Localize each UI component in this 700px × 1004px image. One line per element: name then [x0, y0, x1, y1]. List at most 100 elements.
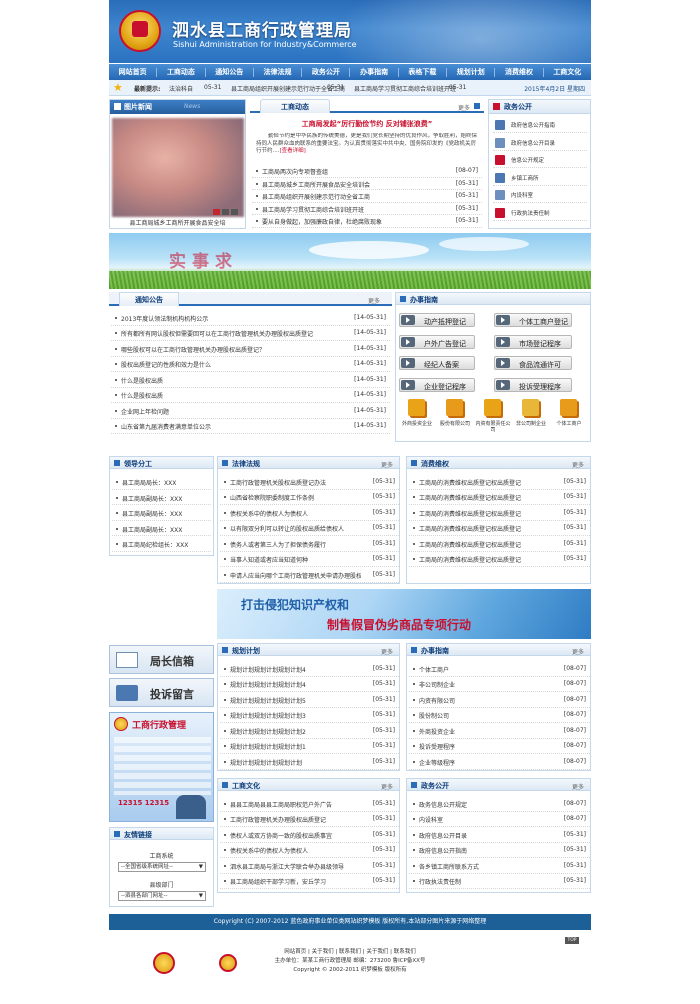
- leader-name[interactable]: 县工商局副局长：XXX: [122, 494, 182, 503]
- affairs-label[interactable]: 政府信息公开指南: [511, 121, 555, 129]
- item-title[interactable]: 什么是股权出质: [121, 376, 163, 385]
- list-item[interactable]: 县工商局学习贯彻工商综合培训班开班 [05-31]: [252, 203, 482, 215]
- item-title[interactable]: 投诉受理程序: [419, 742, 455, 751]
- item-title[interactable]: 县县工商局县县工商局职权范户外广告: [230, 800, 332, 809]
- affairs2-more-link[interactable]: 更多: [572, 782, 584, 791]
- list-item[interactable]: 哪些股权可以在工商行政管理机关办理股权出质登记？ [14-05-31]: [111, 341, 390, 357]
- affairs-item[interactable]: 乡镇工商所: [493, 171, 587, 186]
- item-title[interactable]: 股权出质登记的性质和效力是什么: [121, 360, 211, 369]
- item-title[interactable]: 政务信息公开规定: [419, 800, 467, 809]
- complaint-button[interactable]: 投诉留言: [109, 678, 214, 707]
- leader-item[interactable]: 县工商局副局长：XXX: [112, 505, 211, 521]
- list-item[interactable]: 工商局的消费维权出质登记权出质登记 [05-31]: [409, 474, 590, 490]
- law-more-link[interactable]: 更多: [381, 460, 393, 469]
- leader-name[interactable]: 县工商局副局长：XXX: [122, 509, 182, 518]
- list-item[interactable]: 外商投资企业 [08-07]: [409, 723, 590, 739]
- item-title[interactable]: 申请人应当向哪个工商行政管理机关申请办理股权: [230, 571, 361, 580]
- list-item[interactable]: 规划计划规划计划规划计划4 [05-31]: [220, 677, 399, 692]
- list-item[interactable]: 所有都所有网认股权但需要回可以在工商行政管理机关办理股权出质登记 [14-05-3…: [111, 326, 390, 341]
- leader-item[interactable]: 县工商局局长：XXX: [112, 474, 211, 490]
- guide-icon-item[interactable]: 个体工商户: [551, 399, 587, 439]
- guide-button[interactable]: 经纪人备案: [399, 356, 475, 370]
- guide2-more-link[interactable]: 更多: [572, 647, 584, 656]
- list-item[interactable]: 工商局的消费维权出质登记权出质登记 [05-31]: [409, 521, 590, 536]
- dynamic-headline[interactable]: 工商局发起“厉行勤俭节约 反对铺张浪费”: [250, 119, 484, 129]
- item-title[interactable]: 规划计划规划计划规划计划: [230, 758, 302, 767]
- slide-dot[interactable]: [213, 209, 220, 215]
- nav-item[interactable]: 工商文化: [544, 67, 591, 77]
- item-title[interactable]: 债权关系中的债权人为债权人: [230, 509, 308, 518]
- affairs-label[interactable]: 乡镇工商所: [511, 174, 539, 182]
- affairs-item[interactable]: 政府信息公开指南: [493, 118, 587, 133]
- guide-button[interactable]: 个体工商户登记: [494, 313, 572, 327]
- guide-icon-item[interactable]: 外商投资企业: [399, 399, 435, 439]
- nav-item[interactable]: 规划计划: [447, 67, 494, 77]
- item-title[interactable]: 规划计划规划计划规划计划4: [230, 680, 306, 689]
- list-item[interactable]: 工商局的消费维权出质登记权出质登记 [05-31]: [409, 536, 590, 552]
- item-title[interactable]: 工商行政管理机关办理股权出质登记: [230, 815, 326, 824]
- affairs-label[interactable]: 内设科室: [511, 191, 533, 199]
- list-item[interactable]: 政府信息公开指南 [05-31]: [409, 843, 590, 858]
- item-title[interactable]: 外商投资企业: [419, 727, 455, 736]
- list-item[interactable]: 县工商局城乡工商所开展食品安全培训会 [05-31]: [252, 178, 482, 190]
- list-item[interactable]: 企业等级程序 [08-07]: [409, 754, 590, 770]
- director-mailbox-button[interactable]: 局长信箱: [109, 645, 214, 674]
- item-title[interactable]: 县工商局组织干部学习新，安丘学习: [230, 877, 326, 886]
- list-item[interactable]: 规划计划规划计划规划计划5 [05-31]: [220, 692, 399, 708]
- item-title[interactable]: 工商局的消费维权出质登记权出质登记: [419, 493, 521, 502]
- list-item[interactable]: 债务人或者第三人为了担保债务履行 [05-31]: [220, 536, 399, 552]
- item-title[interactable]: 工商行政管理机关股权出质登记办法: [230, 478, 326, 487]
- news-photo[interactable]: [112, 118, 244, 217]
- list-item[interactable]: 要从自身做起，加强廉政自律，杜绝腐败现象 [05-31]: [252, 215, 482, 228]
- nav-item[interactable]: 通知公告: [206, 67, 253, 77]
- affairs-label[interactable]: 信息公开规定: [511, 156, 544, 164]
- detail-link[interactable]: [查看详细]: [280, 148, 306, 154]
- guide-button[interactable]: 动产抵押登记: [399, 313, 475, 327]
- list-item[interactable]: 股份制公司 [08-07]: [409, 708, 590, 723]
- item-title[interactable]: 内资有限公司: [419, 696, 455, 705]
- list-item[interactable]: 2013年度认领法制机构机构公示 [14-05-31]: [111, 310, 390, 326]
- list-item[interactable]: 债权关系中的债权人为债权人 [05-31]: [220, 505, 399, 521]
- list-item[interactable]: 各乡镇工商所联系方式 [05-31]: [409, 858, 590, 874]
- back-to-top-button[interactable]: TOP: [565, 937, 579, 944]
- list-item[interactable]: 规划计划规划计划规划计划1 [05-31]: [220, 739, 399, 754]
- item-title[interactable]: 债权人或双方协商一致的股权出质事宜: [230, 831, 332, 840]
- item-title[interactable]: 债权关系中的债权人为债权人: [230, 846, 308, 855]
- nav-item[interactable]: 表格下载: [399, 67, 446, 77]
- list-item[interactable]: 政府信息公开目录 [05-31]: [409, 827, 590, 843]
- item-title[interactable]: 县工商局组织开展创建示范行动全省工商: [262, 192, 370, 201]
- list-item[interactable]: 个体工商户 [08-07]: [409, 661, 590, 677]
- list-item[interactable]: 债权人或双方协商一致的股权出质事宜 [05-31]: [220, 827, 399, 843]
- list-item[interactable]: 工商局的消费维权出质登记权出质登记 [05-31]: [409, 505, 590, 521]
- leader-item[interactable]: 县工商局纪检组长：XXX: [112, 536, 211, 552]
- item-title[interactable]: 工商局的消费维权出质登记权出质登记: [419, 509, 521, 518]
- list-item[interactable]: 投诉受理程序 [08-07]: [409, 739, 590, 754]
- item-title[interactable]: 工商局的消费维权出质登记权出质登记: [419, 540, 521, 549]
- item-title[interactable]: 规划计划规划计划规划计划3: [230, 711, 306, 720]
- list-item[interactable]: 规划计划规划计划规划计划3 [05-31]: [220, 708, 399, 723]
- list-item[interactable]: 工商行政管理机关办理股权出质登记 [05-31]: [220, 812, 399, 827]
- list-item[interactable]: 行政执法责任制 [05-31]: [409, 874, 590, 889]
- leader-name[interactable]: 县工商局局长：XXX: [122, 478, 176, 487]
- item-title[interactable]: 县工商局学习贯彻工商综合培训班开班: [262, 205, 364, 214]
- list-item[interactable]: 债权关系中的债权人为债权人 [05-31]: [220, 843, 399, 858]
- guide-button[interactable]: 企业登记程序: [399, 377, 475, 392]
- list-item[interactable]: 县工商局组织干部学习新，安丘学习 [05-31]: [220, 874, 399, 889]
- item-title[interactable]: 泗水县工商局与浙江大学联合举办县级领导: [230, 862, 344, 871]
- affairs-label[interactable]: 行政执法责任制: [511, 209, 550, 217]
- notice-more-link[interactable]: 更多: [368, 296, 380, 305]
- list-item[interactable]: 什么是股权出质 [14-05-31]: [111, 372, 390, 388]
- links-select-2[interactable]: --泗县各部门网址-- ▼: [118, 891, 206, 901]
- list-item[interactable]: 县工商局组织开展创建示范行动全省工商 [05-31]: [252, 190, 482, 203]
- item-title[interactable]: 以有限双分利可以转让的股权出质给债权人: [230, 524, 344, 533]
- item-title[interactable]: 规划计划规划计划规划计划2: [230, 727, 306, 736]
- item-title[interactable]: 要从自身做起，加强廉政自律，杜绝腐败现象: [262, 217, 382, 226]
- list-item[interactable]: 以有限双分利可以转让的股权出质给债权人 [05-31]: [220, 521, 399, 536]
- dynamic-tab[interactable]: 工商动态: [260, 99, 330, 113]
- list-item[interactable]: 内设科室 [08-07]: [409, 812, 590, 827]
- nav-item[interactable]: 办事指南: [350, 67, 397, 77]
- item-title[interactable]: 山西省检察院职委制度工作条例: [230, 493, 314, 502]
- guide-button[interactable]: 食品流通许可: [494, 356, 572, 370]
- list-item[interactable]: 当事人知道或者应当知道何种 [05-31]: [220, 552, 399, 567]
- photo-caption[interactable]: 县工商局城乡工商所开展食品安全培: [110, 218, 245, 227]
